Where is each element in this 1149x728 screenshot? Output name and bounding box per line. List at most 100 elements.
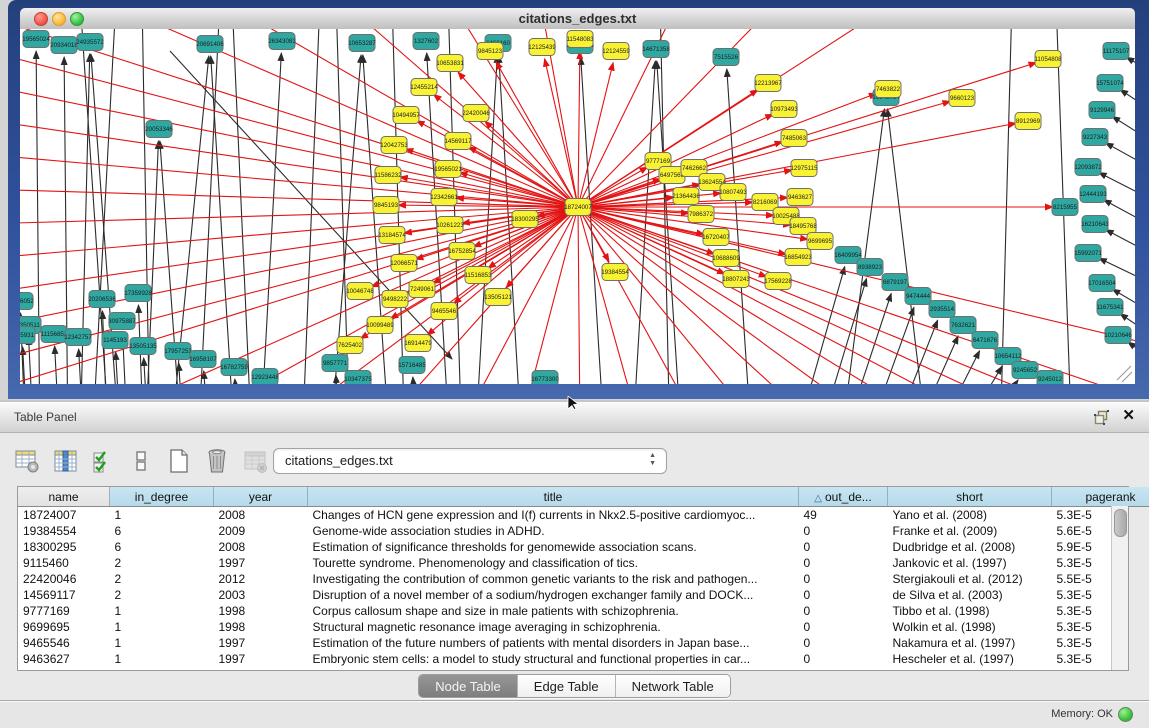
graph-node[interactable]: 20206536 (88, 291, 116, 308)
graph-node[interactable]: 20934018 (50, 37, 78, 54)
table-cell[interactable]: 1 (110, 651, 214, 667)
column-header-year[interactable]: year (214, 487, 308, 507)
row-height-icon[interactable] (128, 448, 154, 474)
table-cell[interactable]: Estimation of the future numbers of pati… (308, 635, 799, 651)
table-row[interactable]: 1938455462009Genome-wide association stu… (18, 523, 1149, 539)
graph-node[interactable]: 9245012 (1037, 371, 1063, 385)
table-body[interactable]: 1872400712008Changes of HCN gene express… (18, 507, 1149, 668)
table-options-icon[interactable] (14, 448, 40, 474)
graph-node[interactable]: 12444193 (1079, 186, 1107, 203)
graph-node[interactable]: 16773300 (531, 371, 559, 385)
graph-node[interactable]: 8912969 (1015, 113, 1041, 130)
table-cell[interactable]: 5.6E-5 (1052, 523, 1149, 539)
delete-table-icon[interactable] (204, 448, 230, 474)
graph-node[interactable]: 10494957 (392, 107, 420, 124)
graph-node[interactable]: 18807243 (722, 271, 750, 288)
graph-node[interactable]: 19565024 (22, 31, 50, 48)
graph-node[interactable]: 21364436 (672, 188, 700, 205)
table-cell[interactable]: 49 (799, 507, 888, 524)
table-cell[interactable]: 2 (110, 587, 214, 603)
graph-node[interactable]: 16854923 (784, 249, 812, 266)
graph-node[interactable]: 9245652 (1012, 362, 1038, 379)
graph-node[interactable]: 9227343 (1082, 129, 1108, 146)
graph-node[interactable]: 7463822 (875, 81, 901, 98)
table-row[interactable]: 977716911998Corpus callosum shape and si… (18, 603, 1149, 619)
graph-node[interactable]: 9845193 (373, 197, 399, 214)
graph-node[interactable]: 12975115 (790, 160, 818, 177)
table-cell[interactable]: 1998 (214, 603, 308, 619)
column-visibility-icon[interactable] (52, 448, 78, 474)
graph-node[interactable]: 6879197 (882, 274, 908, 291)
graph-node[interactable]: 12455214 (410, 79, 438, 96)
graph-node[interactable]: 7485063 (781, 130, 807, 147)
graph-node[interactable]: 17957253 (164, 343, 192, 360)
graph-node[interactable]: 1145193 (102, 332, 128, 349)
graph-node[interactable]: 10261223 (436, 217, 464, 234)
graph-node[interactable]: 8216069 (752, 194, 778, 211)
table-cell[interactable]: Yano et al. (2008) (888, 507, 1052, 524)
table-cell[interactable]: 6 (110, 539, 214, 555)
graph-node[interactable]: 11175107 (1103, 43, 1130, 60)
table-cell[interactable]: 9699695 (18, 619, 110, 635)
table-cell[interactable]: 0 (799, 635, 888, 651)
table-cell[interactable]: 1997 (214, 651, 308, 667)
table-cell[interactable]: 2 (110, 571, 214, 587)
table-cell[interactable]: Tibbo et al. (1998) (888, 603, 1052, 619)
table-cell[interactable]: 1 (110, 603, 214, 619)
table-cell[interactable]: 0 (799, 523, 888, 539)
graph-node[interactable]: 11675341 (1096, 299, 1124, 316)
table-cell[interactable]: Hescheler et al. (1997) (888, 651, 1052, 667)
table-header-row[interactable]: namein_degreeyeartitle△out_de...shortpag… (18, 487, 1149, 507)
table-cell[interactable]: 5.3E-5 (1052, 635, 1149, 651)
graph-node[interactable]: 13184574 (378, 227, 406, 244)
graph-node[interactable]: 11586232 (374, 167, 402, 184)
graph-node[interactable]: 9465546 (431, 303, 457, 320)
graph-node[interactable]: 9857771 (322, 355, 348, 372)
graph-node[interactable]: 17016504 (1088, 275, 1116, 292)
graph-node[interactable]: 9660123 (949, 90, 975, 107)
graph-node[interactable]: 15992071 (1074, 245, 1102, 262)
graph-node[interactable]: 3915931 (20, 327, 35, 344)
graph-node[interactable]: 22420046 (462, 105, 490, 122)
table-cell[interactable]: 1 (110, 507, 214, 524)
graph-node[interactable]: 1327602 (413, 33, 439, 50)
graph-node[interactable]: 20691406 (196, 36, 224, 53)
table-row[interactable]: 946554611997Estimation of the future num… (18, 635, 1149, 651)
table-cell[interactable]: Genome-wide association studies in ADHD. (308, 523, 799, 539)
table-cell[interactable]: 2003 (214, 587, 308, 603)
graph-node[interactable]: 16752854 (448, 243, 476, 260)
table-cell[interactable]: Changes of HCN gene expression and I(f) … (308, 507, 799, 524)
graph-node[interactable]: 24935572 (76, 34, 104, 51)
table-cell[interactable]: Corpus callosum shape and size in male p… (308, 603, 799, 619)
graph-node[interactable]: 8215955 (1052, 199, 1078, 216)
table-cell[interactable]: Dudbridge et al. (2008) (888, 539, 1052, 555)
table-row[interactable]: 2242004622012Investigating the contribut… (18, 571, 1149, 587)
table-cell[interactable]: Franke et al. (2009) (888, 523, 1052, 539)
table-cell[interactable]: 2 (110, 555, 214, 571)
table-row[interactable]: 911546021997Tourette syndrome. Phenomeno… (18, 555, 1149, 571)
table-cell[interactable]: Embryonic stem cells: a model to study s… (308, 651, 799, 667)
graph-node[interactable]: 10653831 (436, 55, 464, 72)
graph-node[interactable]: 10973493 (770, 101, 798, 118)
graph-node[interactable]: 7986372 (688, 206, 714, 223)
graph-node[interactable]: 12342757 (64, 329, 92, 346)
graph-node[interactable]: 10099489 (366, 317, 394, 334)
graph-node[interactable]: 12124559 (602, 43, 630, 60)
graph-node[interactable]: 14569117 (444, 133, 472, 150)
table-cell[interactable]: 1997 (214, 635, 308, 651)
table-cell[interactable]: 9115460 (18, 555, 110, 571)
table-cell[interactable]: 5.3E-5 (1052, 587, 1149, 603)
table-row[interactable]: 1456911722003Disruption of a novel membe… (18, 587, 1149, 603)
table-cell[interactable]: 1 (110, 635, 214, 651)
graph-node[interactable]: 18300295 (511, 211, 539, 228)
graph-node[interactable]: 16914479 (404, 335, 432, 352)
citation-network-graph[interactable]: 1956502420934018249355722069140626343083… (20, 29, 1135, 384)
graph-node[interactable]: 16782759 (220, 359, 248, 376)
graph-node[interactable]: 12923448 (251, 369, 279, 385)
table-cell[interactable]: 9463627 (18, 651, 110, 667)
graph-node[interactable]: 7249061 (409, 281, 435, 298)
table-cell[interactable]: Wolkin et al. (1998) (888, 619, 1052, 635)
table-cell[interactable]: 18724007 (18, 507, 110, 524)
graph-node[interactable]: 18495768 (789, 218, 817, 235)
table-cell[interactable]: Structural magnetic resonance image aver… (308, 619, 799, 635)
